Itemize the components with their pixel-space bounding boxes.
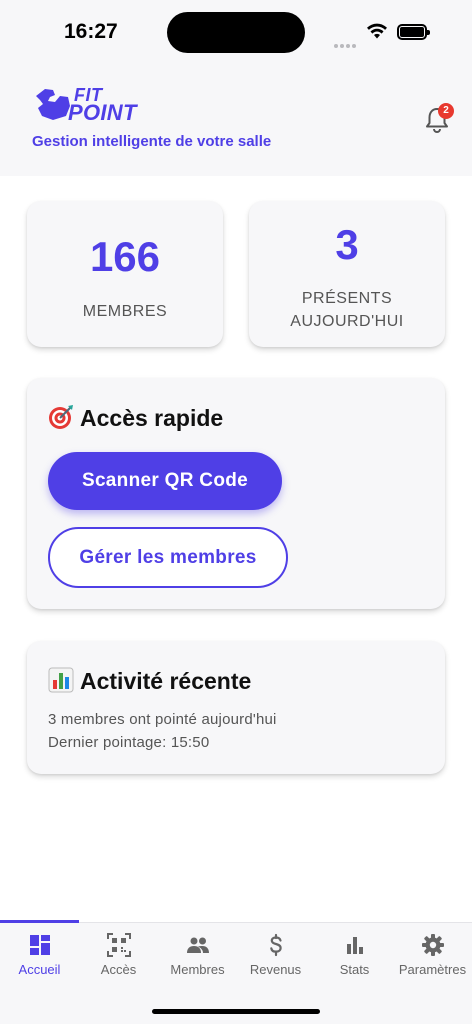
quick-access-title: Accès rapide [48,404,223,432]
quick-access-title-text: Accès rapide [80,405,224,431]
nav-item-accueil[interactable]: Accueil [0,933,79,977]
present-today-label-line2: AUJOURD'HUI [290,313,404,330]
nav-label-revenus: Revenus [249,962,302,977]
members-label: MEMBRES [82,303,168,320]
wifi-icon [367,23,387,39]
status-time: 16:27 [64,20,118,43]
recent-activity-title-text: Activité récente [80,668,252,694]
qr-code-icon [106,933,131,957]
fitpoint-logo: FIT POINT [33,85,168,126]
app-tagline: Gestion intelligente de votre salle [32,133,272,150]
recent-activity-title: Activité récente [48,667,251,695]
nav-item-parametres[interactable]: Paramètres [393,933,472,977]
dollar-icon [269,933,282,957]
bar-chart-icon [346,937,363,954]
nav-label-accueil: Accueil [18,962,61,977]
nav-item-membres[interactable]: Membres [158,933,237,977]
logo-text-point: POINT [68,100,137,125]
dashboard-screen: 16:27 FIT POINT Gestion intelligente de … [0,0,472,1024]
cellular-signal-icon [334,35,358,53]
activity-checkins-today: 3 membres ont pointé aujourd'hui [48,711,277,728]
nav-label-membres: Membres [170,962,225,977]
target-emoji-icon [49,405,73,429]
manage-members-button[interactable]: Gérer les membres [48,527,288,588]
nav-label-stats: Stats [339,962,370,977]
app-header: FIT POINT Gestion intelligente de votre … [0,62,472,176]
notification-badge: 2 [438,103,454,119]
nav-item-stats[interactable]: Stats [315,933,394,977]
nav-item-acces[interactable]: Accès [79,933,158,977]
present-today-stat-card: 3 PRÉSENTS AUJOURD'HUI [249,201,445,347]
bar-chart-emoji-icon [48,667,74,693]
battery-icon [397,24,430,40]
active-tab-indicator [0,920,79,923]
present-today-count: 3 [335,221,359,268]
home-indicator [152,1009,320,1014]
quick-access-card: Accès rapide Scanner QR Code Gérer les m… [27,378,445,609]
nav-item-revenus[interactable]: Revenus [236,933,315,977]
recent-activity-card: Activité récente 3 membres ont pointé au… [27,641,445,774]
nav-label-acces: Accès [100,962,137,977]
members-stat-card: 166 MEMBRES [27,201,223,347]
present-today-label: PRÉSENTS AUJOURD'HUI [249,287,445,333]
people-icon [186,937,209,953]
present-today-label-line1: PRÉSENTS [301,290,393,307]
activity-last-checkin: Dernier pointage: 15:50 [48,734,210,751]
scan-qr-code-button[interactable]: Scanner QR Code [48,452,282,510]
nav-label-parametres: Paramètres [398,962,467,977]
status-bar: 16:27 [0,0,472,62]
dashboard-icon [29,935,50,955]
gear-icon [421,934,444,956]
members-count: 166 [89,233,161,280]
dynamic-island [167,12,305,53]
